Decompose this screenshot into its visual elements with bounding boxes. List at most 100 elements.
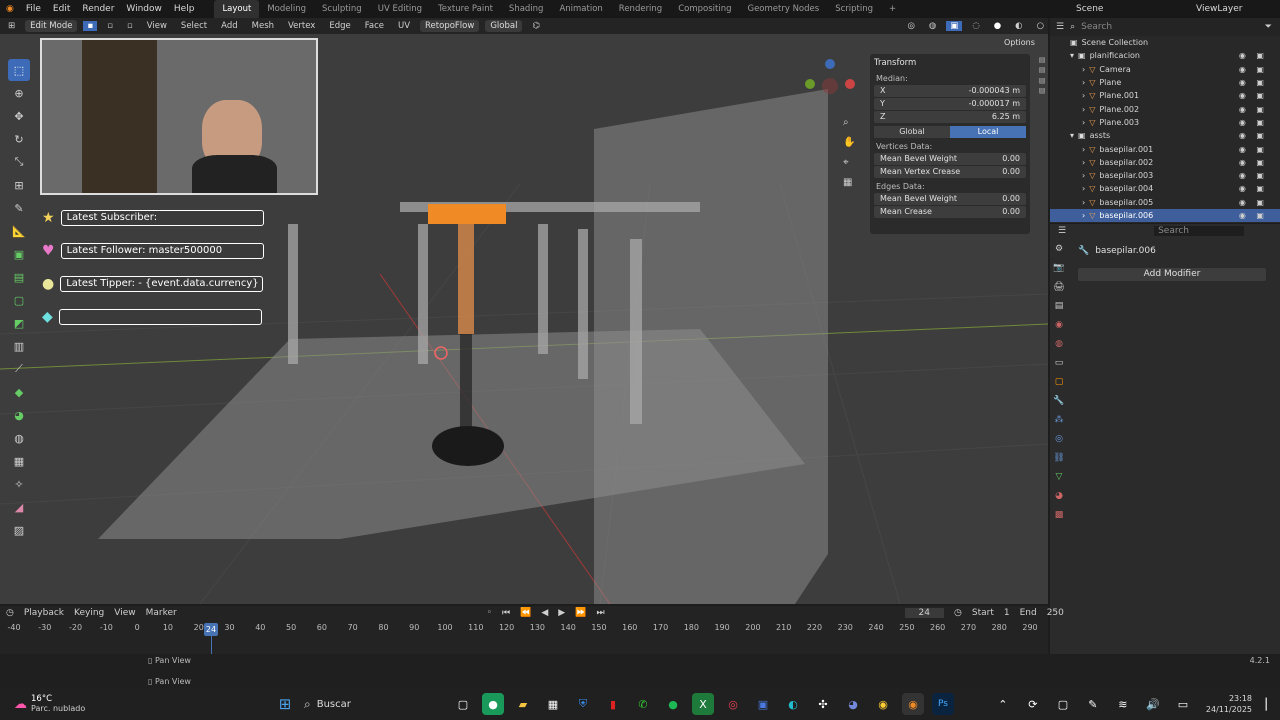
- visibility-eye-icon[interactable]: ◉ ▣: [1239, 211, 1268, 220]
- preview-range-icon[interactable]: ◷: [954, 608, 962, 618]
- mean-vertex-crease-field[interactable]: Mean Vertex Crease 0.00: [874, 166, 1026, 178]
- modifier-tab-icon[interactable]: 🔧: [1052, 396, 1066, 410]
- file-explorer-icon[interactable]: ▰: [512, 693, 534, 715]
- tab-animation[interactable]: Animation: [551, 0, 610, 18]
- visibility-eye-icon[interactable]: ◉ ▣: [1239, 158, 1268, 167]
- inset-icon[interactable]: ▢: [8, 289, 30, 311]
- tray-pen-icon[interactable]: ✎: [1082, 693, 1104, 715]
- texture-tab-icon[interactable]: ▩: [1052, 510, 1066, 524]
- knife-icon[interactable]: ⟋: [8, 358, 30, 380]
- zoom-icon[interactable]: ⌕: [843, 113, 857, 133]
- world-tab-icon[interactable]: ◍: [1052, 339, 1066, 353]
- rip-icon[interactable]: ▨: [8, 519, 30, 541]
- annotate-tool-icon[interactable]: ✎: [8, 197, 30, 219]
- tray-sync-icon[interactable]: ⟳: [1022, 693, 1044, 715]
- timeline-editor-icon[interactable]: ◷: [6, 608, 14, 618]
- scene-collection[interactable]: ▣ Scene Collection: [1050, 36, 1280, 49]
- mode-selector[interactable]: Edit Mode: [25, 20, 78, 32]
- shading-wireframe-icon[interactable]: ◌: [968, 21, 983, 31]
- view-layer-tab-icon[interactable]: ▤: [1052, 301, 1066, 315]
- wifi-icon[interactable]: ≋: [1112, 693, 1134, 715]
- header-uv[interactable]: UV: [394, 21, 414, 31]
- outliner-search[interactable]: Search: [1081, 22, 1171, 32]
- menu-window[interactable]: Window: [120, 4, 168, 14]
- material-tab-icon[interactable]: ◕: [1052, 491, 1066, 505]
- particles-tab-icon[interactable]: ⁂: [1052, 415, 1066, 429]
- outliner-row[interactable]: › ▽ basepilar.006 ◉ ▣: [1050, 208, 1280, 223]
- constraints-tab-icon[interactable]: ⛓: [1052, 453, 1066, 467]
- output-tab-icon[interactable]: 🖨: [1052, 282, 1066, 296]
- scene-tab-icon[interactable]: ◉: [1052, 320, 1066, 334]
- viewlayer-selector[interactable]: ViewLayer: [1190, 4, 1280, 14]
- battery-icon[interactable]: ▭: [1172, 693, 1194, 715]
- chrome-icon[interactable]: ◉: [872, 693, 894, 715]
- frame-ruler[interactable]: -40 -30 -20 -10 0 10 20 30 40 50 60 70 80 90 100 110 120…: [0, 623, 1048, 637]
- scale-tool-icon[interactable]: ⤡: [8, 151, 30, 173]
- keying-menu[interactable]: Keying: [74, 608, 104, 618]
- tab-scripting[interactable]: Scripting: [827, 0, 881, 18]
- clock[interactable]: 23:18 24/11/2025: [1206, 693, 1252, 715]
- tab-geometry-nodes[interactable]: Geometry Nodes: [739, 0, 827, 18]
- loop-cut-icon[interactable]: ▥: [8, 335, 30, 357]
- windows-start-icon[interactable]: ⊞: [274, 693, 296, 715]
- instagram-icon[interactable]: ◎: [722, 693, 744, 715]
- scene-selector[interactable]: Scene: [1070, 4, 1190, 14]
- excel-icon[interactable]: X: [692, 693, 714, 715]
- tray-app-icon[interactable]: ▢: [1052, 693, 1074, 715]
- play-reverse-icon[interactable]: ◀: [541, 608, 548, 618]
- tool-tab-icon[interactable]: ⚙: [1052, 244, 1066, 258]
- expand-chevron-icon[interactable]: ›: [1082, 91, 1085, 100]
- blender-taskbar-icon[interactable]: ◉: [902, 693, 924, 715]
- add-modifier-button[interactable]: Add Modifier: [1078, 268, 1266, 281]
- expand-chevron-icon[interactable]: ▾: [1070, 51, 1074, 60]
- notification-icon[interactable]: ▏: [1264, 693, 1276, 715]
- median-x-field[interactable]: X -0.000043 m: [874, 85, 1026, 97]
- tab-item-icon[interactable]: ▤ ▤ ▤ ▤: [1038, 56, 1046, 95]
- cursor-tool-icon[interactable]: ⊕: [8, 82, 30, 104]
- outliner-row[interactable]: › ▽ Plane ◉ ▣: [1050, 76, 1280, 89]
- shading-material-icon[interactable]: ◐: [1011, 21, 1026, 31]
- outliner-row[interactable]: › ▽ basepilar.001 ◉ ▣: [1050, 142, 1280, 155]
- measure-tool-icon[interactable]: 📐: [8, 220, 30, 242]
- header-add[interactable]: Add: [217, 21, 241, 31]
- expand-chevron-icon[interactable]: ›: [1082, 211, 1085, 220]
- edge-slide-icon[interactable]: ▦: [8, 450, 30, 472]
- editor-type-icon[interactable]: ⊞: [4, 21, 19, 31]
- camera-view-icon[interactable]: ⌖: [843, 153, 857, 173]
- prev-key-icon[interactable]: ⏪: [520, 608, 531, 618]
- spotify-icon[interactable]: ●: [662, 693, 684, 715]
- tab-uv-editing[interactable]: UV Editing: [370, 0, 430, 18]
- outliner-row[interactable]: › ▽ basepilar.005 ◉ ▣: [1050, 196, 1280, 209]
- mean-bevel-weight-field[interactable]: Mean Bevel Weight 0.00: [874, 153, 1026, 165]
- add-workspace-icon[interactable]: +: [881, 0, 904, 18]
- transform-tool-icon[interactable]: ⊞: [8, 174, 30, 196]
- current-frame-field[interactable]: 24: [904, 608, 944, 618]
- visibility-eye-icon[interactable]: ◉ ▣: [1239, 171, 1268, 180]
- outliner-row[interactable]: › ▽ basepilar.003 ◉ ▣: [1050, 169, 1280, 182]
- outliner-row[interactable]: ▾ ▣ planificacion ◉ ▣: [1050, 49, 1280, 62]
- rotate-tool-icon[interactable]: ↻: [8, 128, 30, 150]
- render-tab-icon[interactable]: 📷: [1052, 263, 1066, 277]
- expand-chevron-icon[interactable]: ›: [1082, 118, 1085, 127]
- tray-chevron-icon[interactable]: ⌃: [992, 693, 1014, 715]
- expand-chevron-icon[interactable]: ›: [1082, 78, 1085, 87]
- menu-render[interactable]: Render: [76, 4, 120, 14]
- orientation-selector[interactable]: Global: [485, 20, 523, 32]
- chatgpt-icon[interactable]: ✣: [812, 693, 834, 715]
- global-toggle[interactable]: Global: [874, 126, 950, 138]
- shading-solid-icon[interactable]: ●: [990, 21, 1005, 31]
- outliner-row[interactable]: › ▽ basepilar.004 ◉ ▣: [1050, 182, 1280, 195]
- playhead[interactable]: 24: [204, 623, 218, 636]
- app-green-icon[interactable]: ●: [482, 693, 504, 715]
- marker-menu[interactable]: Marker: [146, 608, 177, 618]
- playback-menu[interactable]: Playback: [24, 608, 64, 618]
- photoshop-icon[interactable]: Ps: [932, 693, 954, 715]
- data-tab-icon[interactable]: ▽: [1052, 472, 1066, 486]
- task-view-icon[interactable]: ▢: [452, 693, 474, 715]
- visibility-eye-icon[interactable]: ◉ ▣: [1239, 65, 1268, 74]
- shading-rendered-icon[interactable]: ○: [1033, 21, 1048, 31]
- properties-search[interactable]: Search: [1154, 226, 1245, 236]
- extrude-icon[interactable]: ▤: [8, 266, 30, 288]
- expand-chevron-icon[interactable]: ›: [1082, 65, 1085, 74]
- gizmo-toggle-icon[interactable]: ◎: [903, 21, 918, 31]
